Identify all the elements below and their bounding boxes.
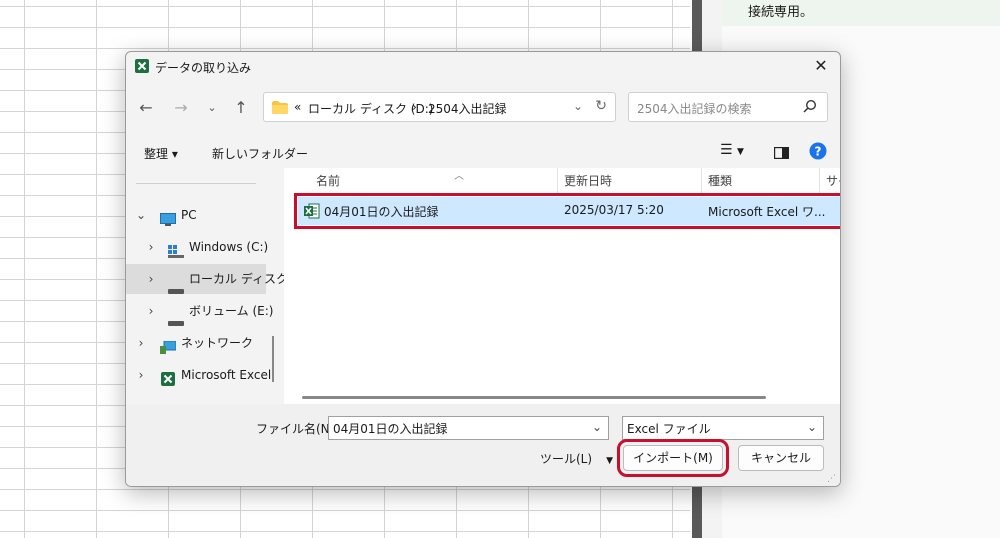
address-bar[interactable]: « ローカル ディスク (D:) › 2504入出記録 ⌄ ↻ <box>263 92 616 122</box>
excel-icon <box>134 58 150 77</box>
file-type-select[interactable]: Excel ファイル ⌄ <box>622 416 824 440</box>
file-name-value: 04月01日の入出記録 <box>333 422 448 436</box>
breadcrumb-folder[interactable]: 2504入出記録 <box>428 100 507 117</box>
chevron-right-icon[interactable]: › <box>146 296 156 326</box>
file-type-value: Excel ファイル <box>627 422 711 436</box>
nav-item-label: Windows (C:) <box>189 240 269 254</box>
up-arrow-icon[interactable]: ↑ <box>231 98 251 118</box>
title-bar: データの取り込み ✕ <box>126 52 840 80</box>
nav-item-label: Microsoft Excel <box>181 368 272 382</box>
chevron-right-icon[interactable]: › <box>146 232 156 262</box>
sort-ascending-icon: ︿ <box>454 171 464 182</box>
nav-item-label: ボリューム (E:) <box>189 304 274 318</box>
search-input[interactable]: 2504入出記録の検索 <box>637 100 752 117</box>
svg-text:?: ? <box>815 145 822 159</box>
chevron-right-icon[interactable]: › <box>146 264 156 294</box>
tools-label: ツール(L) <box>540 452 593 466</box>
refresh-icon[interactable]: ↻ <box>595 98 607 114</box>
close-icon[interactable]: ✕ <box>810 55 832 77</box>
forward-arrow-icon[interactable]: → <box>171 98 191 118</box>
back-arrow-icon[interactable]: ← <box>136 98 156 118</box>
file-row-selected[interactable]: 04月01日の入出記録 2025/03/17 5:20 Microsoft Ex… <box>294 193 840 229</box>
nav-scrollbar[interactable] <box>272 336 274 382</box>
breadcrumb-overflow[interactable]: « <box>294 100 301 114</box>
chevron-down-icon[interactable]: ⌄ <box>807 420 817 434</box>
search-box[interactable]: 2504入出記録の検索 <box>628 92 828 122</box>
nav-item-label: ネットワーク <box>181 336 254 350</box>
caret-down-icon: ▼ <box>606 456 613 466</box>
import-data-dialog: データの取り込み ✕ ← → ⌄ ↑ « ローカル ディスク (D:) › 25… <box>125 51 841 487</box>
column-header-name[interactable]: 名前 ︿ <box>310 168 558 194</box>
horizontal-scrollbar[interactable] <box>302 396 766 399</box>
nav-item-volume-e[interactable]: › ボリューム (E:) <box>126 296 273 326</box>
help-icon[interactable]: ? <box>809 142 827 163</box>
nav-item-local-disk[interactable]: › ローカル ディスク <box>126 264 288 294</box>
command-bar: 整理 ▾ 新しいフォルダー ☰ ▼ ? <box>126 140 840 168</box>
organize-button[interactable]: 整理 ▾ <box>144 145 178 162</box>
view-options-icon[interactable]: ☰ ▼ <box>720 142 744 158</box>
file-name-field[interactable]: 04月01日の入出記録 ⌄ <box>328 416 609 440</box>
column-label: 名前 <box>316 174 341 188</box>
chevron-down-icon[interactable]: ⌄ <box>136 200 146 230</box>
dialog-title: データの取り込み <box>155 61 252 75</box>
chevron-right-icon[interactable]: › <box>136 328 146 358</box>
nav-item-label: ローカル ディスク <box>189 272 288 286</box>
file-modified: 2025/03/17 5:20 <box>564 203 664 217</box>
navigation-pane: ⌄ PC › Windows (C:) › ローカル ディスク › ボリューム … <box>126 168 288 404</box>
chevron-down-icon[interactable]: ⌄ <box>592 420 602 434</box>
navigation-bar: ← → ⌄ ↑ « ローカル ディスク (D:) › 2504入出記録 ⌄ ↻ … <box>126 90 840 130</box>
preview-pane-icon[interactable] <box>774 147 790 162</box>
excel-icon <box>160 368 176 398</box>
chevron-right-icon[interactable]: › <box>136 360 146 390</box>
excel-file-icon <box>304 203 320 222</box>
breadcrumb-separator: › <box>412 100 417 114</box>
connection-only-note: 接続専用。 <box>722 0 1000 26</box>
column-header-type[interactable]: 種類 <box>702 168 820 194</box>
column-header-size[interactable]: サイ <box>820 168 840 194</box>
nav-item-microsoft-excel[interactable]: › Microsoft Excel <box>126 360 271 390</box>
recent-locations-chevron-icon[interactable]: ⌄ <box>202 98 222 118</box>
file-name: 04月01日の入出記録 <box>324 205 439 219</box>
column-header-modified[interactable]: 更新日時 <box>558 168 702 194</box>
file-list: 名前 ︿ 更新日時 種類 サイ 04月01日の入出記録 2025/03/17 5… <box>284 168 840 404</box>
file-name-label: ファイル名(N): <box>256 422 339 436</box>
tools-menu[interactable]: ツール(L) ▼ <box>540 450 613 467</box>
nav-separator <box>136 183 256 184</box>
nav-item-label: PC <box>181 208 197 222</box>
folder-icon <box>272 101 288 117</box>
cancel-button[interactable]: キャンセル <box>738 445 824 471</box>
file-type: Microsoft Excel ワ... <box>708 205 826 219</box>
nav-item-windows-c[interactable]: › Windows (C:) <box>126 232 269 262</box>
dialog-footer: ファイル名(N): 04月01日の入出記録 ⌄ Excel ファイル ⌄ ツール… <box>126 404 840 486</box>
resize-grip-icon[interactable]: ⋰ <box>827 474 836 484</box>
new-folder-button[interactable]: 新しいフォルダー <box>212 145 308 162</box>
address-dropdown-icon[interactable]: ⌄ <box>573 99 583 113</box>
import-button[interactable]: インポート(M) <box>617 439 729 477</box>
nav-item-network[interactable]: › ネットワーク <box>126 328 266 358</box>
search-icon <box>803 99 817 116</box>
nav-item-pc[interactable]: ⌄ PC <box>126 200 266 230</box>
